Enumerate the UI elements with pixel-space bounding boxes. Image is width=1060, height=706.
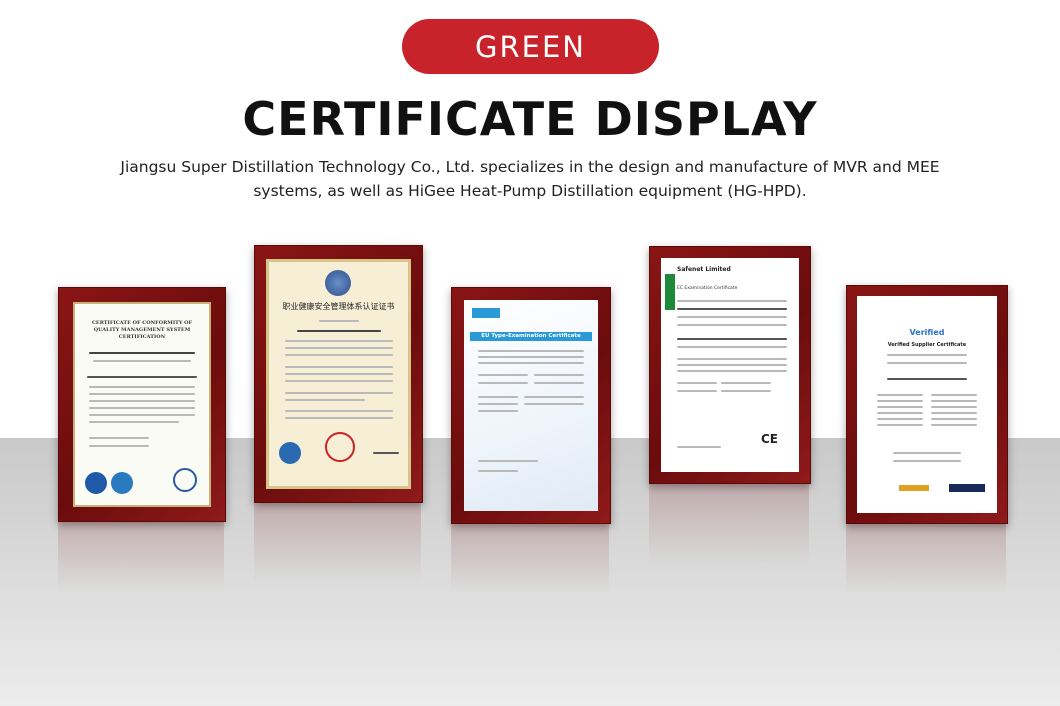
certificate-1-title: CERTIFICATE OF CONFORMITY OF QUALITY MAN… <box>91 320 193 340</box>
certificate-paper-3: EU Type-Examination Certificate <box>464 300 598 511</box>
certificate-5-subtitle: Verified Supplier Certificate <box>887 342 967 348</box>
certificate-4-title: Safenet Limited <box>677 266 731 273</box>
certificate-frame-3: EU Type-Examination Certificate <box>451 287 611 524</box>
safenet-logo-icon <box>665 274 675 310</box>
red-seal-icon <box>325 432 355 462</box>
certificate-paper-4: Safenet Limited EC Examination Certifica… <box>661 258 799 472</box>
ce-mark-icon: CE <box>761 432 779 446</box>
brand-label: GREEN <box>475 29 586 64</box>
reflection-5 <box>846 524 1006 594</box>
certificate-frame-1: CERTIFICATE OF CONFORMITY OF QUALITY MAN… <box>58 287 226 522</box>
iaf-logo-icon <box>85 472 107 494</box>
certificate-paper-1: CERTIFICATE OF CONFORMITY OF QUALITY MAN… <box>73 302 211 507</box>
certificate-4-subtitle: EC Examination Certificate <box>677 286 738 291</box>
cnas-logo-icon <box>279 442 301 464</box>
seal-icon <box>173 468 197 492</box>
certificate-paper-5: Verified Verified Supplier Certificate <box>857 296 997 513</box>
certificate-frame-2: 职业健康安全管理体系认证证书 <box>254 245 423 503</box>
page-title: CERTIFICATE DISPLAY <box>242 92 818 146</box>
certificate-frame-5: Verified Verified Supplier Certificate <box>846 285 1008 524</box>
certificate-5-title: Verified <box>909 328 945 337</box>
brand-badge: GREEN <box>402 19 659 74</box>
cnas-logo-icon <box>111 472 133 494</box>
description-line-1: Jiangsu Super Distillation Technology Co… <box>120 158 940 176</box>
description-line-2: systems, as well as HiGee Heat-Pump Dist… <box>253 182 807 200</box>
reflection-2 <box>254 503 421 583</box>
page-description: Jiangsu Super Distillation Technology Co… <box>110 155 950 203</box>
certificate-3-title: EU Type-Examination Certificate <box>470 332 592 341</box>
reflection-3 <box>451 524 609 594</box>
intertek-logo-icon <box>949 484 985 492</box>
reflection-1 <box>58 522 224 592</box>
certificate-2-title: 职业健康安全管理体系认证证书 <box>282 302 395 311</box>
certificate-paper-2: 职业健康安全管理体系认证证书 <box>266 259 411 489</box>
reflection-4 <box>649 484 809 564</box>
globe-emblem-icon <box>325 270 351 296</box>
gold-badge-icon <box>899 485 929 491</box>
certificate-frame-4: Safenet Limited EC Examination Certifica… <box>649 246 811 484</box>
satra-logo-icon <box>472 308 500 318</box>
